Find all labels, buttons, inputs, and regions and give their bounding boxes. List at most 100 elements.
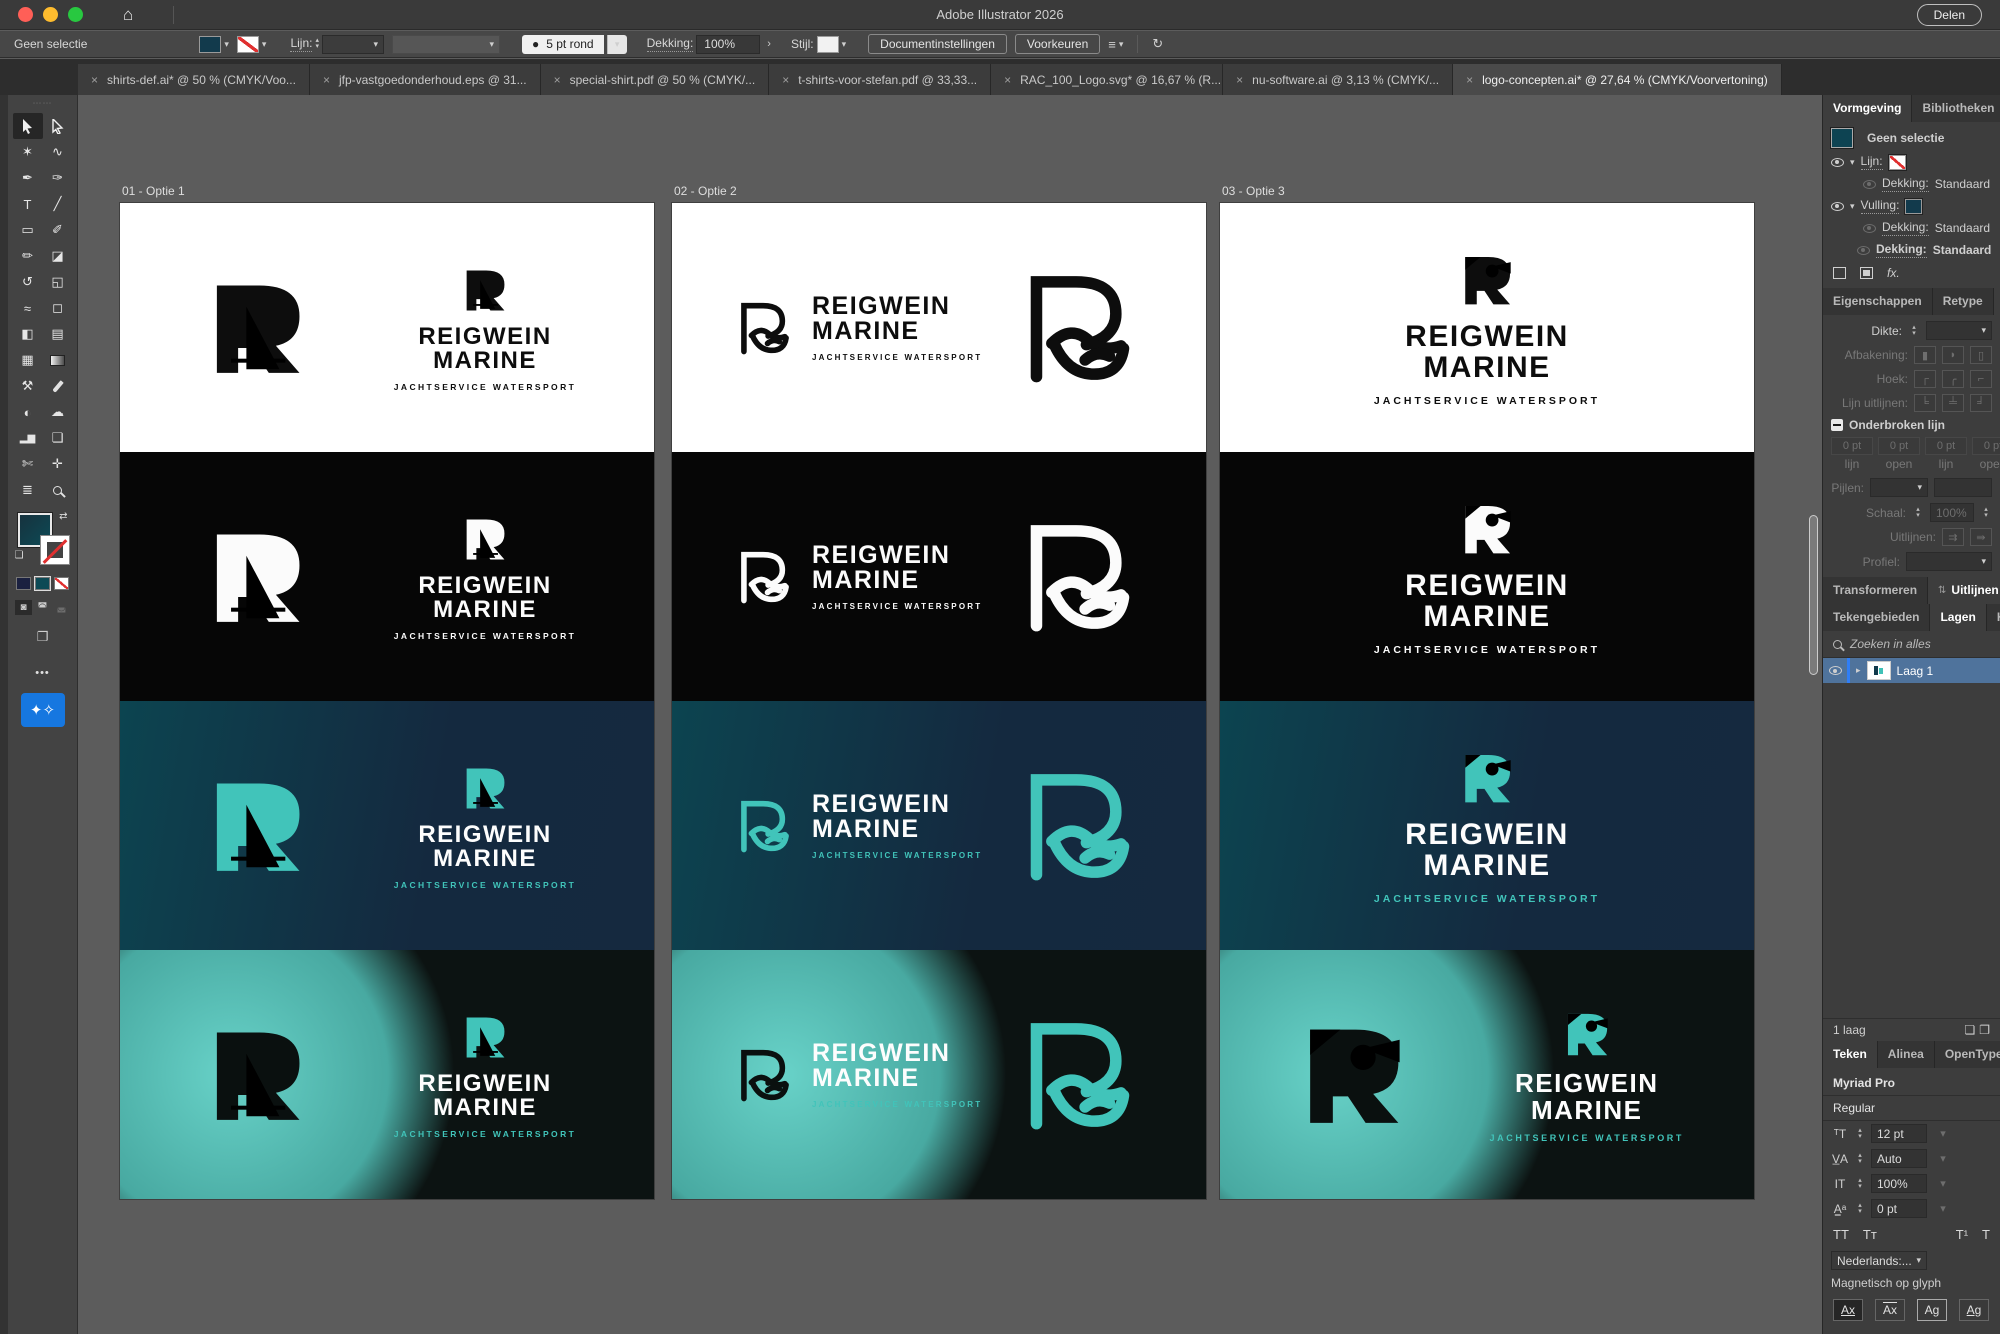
opacity-label[interactable]: Dekking: [1882, 176, 1929, 192]
tab-vormgeving[interactable]: Vormgeving [1823, 95, 1912, 122]
close-icon[interactable]: × [554, 73, 561, 87]
fill-row[interactable]: ▾ Vulling: [1823, 195, 2000, 217]
chevron-down-icon[interactable]: ▾ [1119, 39, 1124, 50]
font-family-dropdown[interactable]: Myriad Pro [1823, 1071, 2000, 1096]
brush-dropdown[interactable]: ● 5 pt rond [522, 35, 604, 54]
scale-tool[interactable]: ◱ [43, 269, 73, 295]
stroke-weight-dropdown[interactable]: ▾ [322, 35, 384, 54]
tab-opentype[interactable]: OpenType [1935, 1041, 2000, 1068]
eraser-tool[interactable]: ◪ [43, 243, 73, 269]
none-swatch[interactable] [54, 577, 69, 590]
new-fill-icon[interactable] [1860, 267, 1873, 279]
export-icon[interactable]: ❐ [1979, 1023, 1990, 1037]
stepper-icon[interactable]: ▴▾ [1854, 1128, 1866, 1140]
align-center-button[interactable]: ╘ [1914, 394, 1936, 412]
pen-tool[interactable]: ✒ [13, 165, 43, 191]
language-dropdown[interactable]: Nederlands:... ▾ [1831, 1251, 1927, 1270]
reset-view-icon[interactable]: ↻ [1152, 36, 1163, 52]
cap-round-button[interactable]: ◗ [1942, 346, 1964, 364]
fill-swatch[interactable] [199, 36, 221, 53]
horizontal-scale-field[interactable]: 100% [1871, 1174, 1927, 1193]
print-tiling-tool[interactable]: ≣ [13, 477, 43, 503]
new-stroke-icon[interactable] [1833, 267, 1846, 279]
swap-fill-stroke-icon[interactable]: ⇄ [59, 511, 67, 522]
gradient-tool[interactable] [43, 347, 73, 373]
corner-round-button[interactable]: ╭ [1942, 370, 1964, 388]
align-options-control[interactable]: ≡ ▾ [1108, 37, 1123, 52]
stroke-row[interactable]: ▾ Lijn: [1823, 151, 2000, 173]
doc-tab[interactable]: × t-shirts-voor-stefan.pdf @ 33,33... [769, 64, 991, 95]
style-control[interactable]: Stijl: ▾ [791, 36, 846, 53]
doc-tab[interactable]: × jfp-vastgoedonderhoud.eps @ 31... [310, 64, 541, 95]
zoom-tool[interactable] [43, 477, 73, 503]
fill-label[interactable]: Vulling: [1861, 198, 1900, 214]
gradient-swatch[interactable] [35, 577, 50, 590]
stepper-icon[interactable]: ▴▾ [1980, 507, 1992, 519]
cap-butt-button[interactable]: ▮ [1914, 346, 1936, 364]
symbol-sprayer-tool[interactable]: ☁ [43, 399, 73, 425]
brush-definition-control[interactable]: ● 5 pt rond ▾ [522, 35, 627, 54]
subscript-button[interactable]: T [1982, 1227, 1990, 1242]
chevron-down-icon[interactable]: ▾ [1850, 201, 1855, 212]
stroke-weight-control[interactable]: Lijn: ▴▾ ▾ [290, 35, 384, 54]
visibility-eye-icon[interactable] [1831, 158, 1844, 167]
stroke-label[interactable]: Lijn: [1861, 154, 1883, 170]
doc-tab[interactable]: × nu-software.ai @ 3,13 % (CMYK/... [1223, 64, 1453, 95]
tab-retype[interactable]: Retype [1933, 288, 1994, 315]
fill-opacity-row[interactable]: Dekking: Standaard [1823, 217, 2000, 239]
shape-builder-tool[interactable]: ◧ [13, 321, 43, 347]
weight-dropdown[interactable]: ▾ [1926, 321, 1992, 340]
chevron-down-icon[interactable]: ▾ [1932, 1125, 1954, 1143]
shaper-tool[interactable]: ✏ [13, 243, 43, 269]
stepper-icon[interactable]: ▴▾ [1854, 1203, 1866, 1215]
opacity-label[interactable]: Dekking: [647, 36, 694, 52]
snap-xheight-button[interactable]: Ax [1875, 1299, 1905, 1321]
panel-grip-icon[interactable]: ⋯⋯ [33, 98, 53, 109]
artboard-label[interactable]: 01 - Optie 1 [122, 184, 185, 198]
corner-miter-button[interactable]: ┌ [1914, 370, 1936, 388]
chevron-down-icon[interactable]: ▾ [842, 39, 847, 50]
all-caps-button[interactable]: TT [1833, 1227, 1849, 1242]
doc-tab[interactable]: × RAC_100_Logo.svg* @ 16,67 % (R... [991, 64, 1223, 95]
opacity-control[interactable]: Dekking: 100% › [647, 35, 775, 54]
share-button[interactable]: Delen [1917, 4, 1982, 26]
artboard-label[interactable]: 03 - Optie 3 [1222, 184, 1285, 198]
chevron-down-icon[interactable]: ▾ [1932, 1175, 1954, 1193]
gap-field[interactable]: 0 pt [1972, 437, 2000, 455]
stroke-weight-label[interactable]: Lijn: [290, 36, 312, 52]
artboard-tool[interactable]: ❏ [43, 425, 73, 451]
close-icon[interactable]: × [1466, 73, 1473, 87]
stepper-icon[interactable]: ▴▾ [1854, 1178, 1866, 1190]
stepper-icon[interactable]: ▴▾ [1908, 325, 1920, 337]
opacity-label[interactable]: Dekking: [1882, 220, 1929, 236]
fx-icon[interactable]: fx. [1887, 266, 1900, 280]
perspective-grid-tool[interactable]: ▤ [43, 321, 73, 347]
style-swatch[interactable] [817, 36, 839, 53]
edit-toolbar-icon[interactable]: ••• [35, 667, 50, 679]
visibility-eye-icon[interactable] [1857, 246, 1870, 255]
arrowhead-end-dropdown[interactable] [1934, 478, 1992, 497]
snap-baseline-button[interactable]: Ax [1833, 1299, 1863, 1321]
chevron-down-icon[interactable]: ▾ [1932, 1150, 1954, 1168]
visibility-eye-icon[interactable] [1863, 180, 1876, 189]
canvas[interactable]: 01 - Optie 1 REIGWEIN MARINE JACHTSERVIC… [78, 95, 1822, 1334]
arrow-scale-field[interactable]: 100% [1930, 503, 1974, 522]
close-icon[interactable]: × [91, 73, 98, 87]
small-caps-button[interactable]: Tᴛ [1863, 1227, 1877, 1242]
hand-tool[interactable]: ✛ [43, 451, 73, 477]
draw-inside-mode[interactable]: ◛ [53, 600, 70, 615]
draw-normal-mode[interactable]: ◙ [15, 600, 32, 615]
dash-field[interactable]: 0 pt [1831, 437, 1873, 455]
dash-field[interactable]: 0 pt [1925, 437, 1967, 455]
superscript-button[interactable]: T¹ [1956, 1227, 1968, 1242]
tab-transformeren[interactable]: Transformeren [1823, 577, 1928, 604]
vertical-scrollbar[interactable] [1809, 95, 1820, 1334]
snap-glyph-bounds-button[interactable]: Ag [1917, 1299, 1947, 1321]
eyedropper-tool[interactable] [43, 373, 73, 399]
document-setup-button[interactable]: Documentinstellingen [868, 34, 1007, 54]
stepper-icon[interactable]: ▴▾ [1912, 507, 1924, 519]
snap-angular-button[interactable]: Ag [1959, 1299, 1989, 1321]
close-icon[interactable]: × [1236, 73, 1243, 87]
corner-bevel-button[interactable]: ⌐ [1970, 370, 1992, 388]
arrow-align-tip-button[interactable]: ⇉ [1942, 528, 1964, 546]
